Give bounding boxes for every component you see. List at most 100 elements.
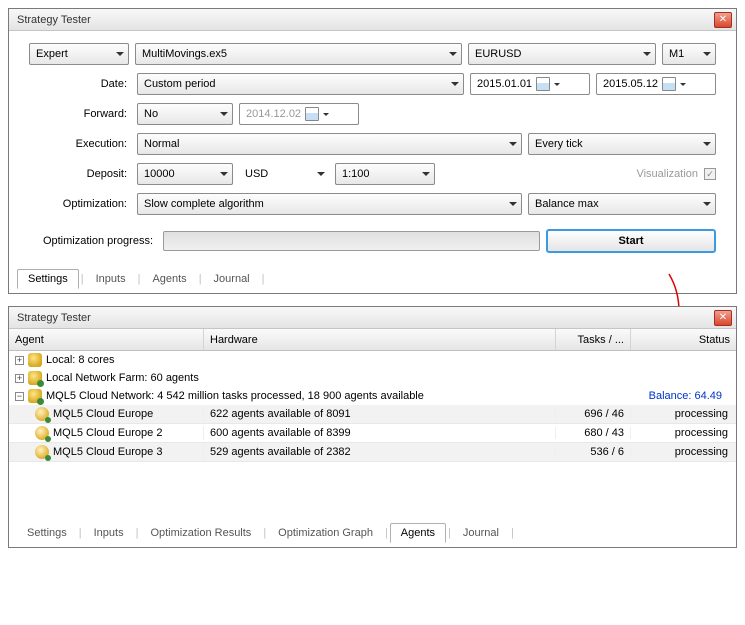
deposit-amount-value: 10000: [144, 168, 175, 180]
settings-form: Expert MultiMovings.ex5 EURUSD M1 Date: …: [9, 31, 736, 267]
expert-mode-combo[interactable]: Expert: [29, 43, 129, 65]
calendar-icon: [536, 77, 550, 91]
deposit-label: Deposit:: [29, 168, 131, 180]
agent-name: MQL5 Cloud Europe 2: [53, 427, 162, 439]
tab-journal[interactable]: Journal: [453, 524, 509, 542]
node-cloud-label: MQL5 Cloud Network: 4 542 million tasks …: [46, 390, 424, 402]
col-tasks[interactable]: Tasks / ...: [556, 329, 631, 350]
strategy-tester-settings-window: Strategy Tester ✕ Expert MultiMovings.ex…: [8, 8, 737, 294]
tab-agents[interactable]: Agents: [390, 523, 446, 543]
chevron-down-icon: [220, 112, 228, 116]
visualization-label: Visualization: [636, 168, 698, 180]
forward-date-value: 2014.12.02: [246, 108, 301, 120]
deposit-currency-combo[interactable]: USD: [239, 163, 329, 185]
optimization-criterion-combo[interactable]: Balance max: [528, 193, 716, 215]
tabs-bottom: Settings| Inputs| Optimization Results| …: [9, 521, 736, 547]
tab-agents[interactable]: Agents: [142, 270, 196, 288]
network-icon: [28, 371, 42, 385]
leverage-value: 1:100: [342, 168, 370, 180]
cores-icon: [28, 353, 42, 367]
date-to-value: 2015.05.12: [603, 78, 658, 90]
agent-name: MQL5 Cloud Europe: [53, 408, 153, 420]
model-combo[interactable]: Every tick: [528, 133, 716, 155]
cloud-icon: [28, 389, 42, 403]
agent-icon: [35, 426, 49, 440]
col-agent[interactable]: Agent: [9, 329, 204, 350]
chevron-down-icon: [220, 172, 228, 176]
chevron-down-icon: [509, 142, 517, 146]
tab-optimization-results[interactable]: Optimization Results: [140, 524, 261, 542]
tab-journal[interactable]: Journal: [204, 270, 260, 288]
collapse-icon[interactable]: −: [15, 392, 24, 401]
col-status[interactable]: Status: [631, 329, 736, 350]
agent-status: processing: [631, 427, 736, 439]
date-label: Date:: [29, 78, 131, 90]
symbol-combo[interactable]: EURUSD: [468, 43, 656, 65]
agent-row[interactable]: MQL5 Cloud Europe 622 agents available o…: [9, 405, 736, 424]
titlebar: Strategy Tester ✕: [9, 307, 736, 329]
period-value: M1: [669, 48, 684, 60]
node-cloud[interactable]: − MQL5 Cloud Network: 4 542 million task…: [9, 387, 736, 405]
leverage-combo[interactable]: 1:100: [335, 163, 435, 185]
symbol-value: EURUSD: [475, 48, 521, 60]
date-from-input[interactable]: 2015.01.01: [470, 73, 590, 95]
expand-icon[interactable]: +: [15, 374, 24, 383]
expand-icon[interactable]: +: [15, 356, 24, 365]
agent-tasks: 680 / 43: [556, 427, 631, 439]
chevron-down-icon: [680, 83, 686, 86]
chevron-down-icon: [509, 202, 517, 206]
forward-date-input: 2014.12.02: [239, 103, 359, 125]
agent-status: processing: [631, 446, 736, 458]
close-icon[interactable]: ✕: [714, 310, 732, 326]
chevron-down-icon: [643, 52, 651, 56]
agent-tasks: 696 / 46: [556, 408, 631, 420]
expert-file-value: MultiMovings.ex5: [142, 48, 227, 60]
optimization-algo-combo[interactable]: Slow complete algorithm: [137, 193, 522, 215]
forward-value: No: [144, 108, 158, 120]
col-hardware[interactable]: Hardware: [204, 329, 556, 350]
deposit-currency-value: USD: [245, 168, 268, 180]
chevron-down-icon: [422, 172, 430, 176]
agent-row[interactable]: MQL5 Cloud Europe 2 600 agents available…: [9, 424, 736, 443]
agent-hardware: 600 agents available of 8399: [204, 427, 556, 439]
date-from-value: 2015.01.01: [477, 78, 532, 90]
forward-label: Forward:: [29, 108, 131, 120]
close-icon[interactable]: ✕: [714, 12, 732, 28]
expert-file-combo[interactable]: MultiMovings.ex5: [135, 43, 462, 65]
agent-icon: [35, 445, 49, 459]
chevron-down-icon: [323, 113, 329, 116]
agent-status: processing: [631, 408, 736, 420]
window-title: Strategy Tester: [17, 14, 91, 26]
agent-row[interactable]: MQL5 Cloud Europe 3 529 agents available…: [9, 443, 736, 462]
date-mode-value: Custom period: [144, 78, 216, 90]
execution-value: Normal: [144, 138, 179, 150]
forward-combo[interactable]: No: [137, 103, 233, 125]
balance-label: Balance: 64.49: [649, 390, 730, 402]
optimization-progress-bar: [163, 231, 540, 251]
execution-combo[interactable]: Normal: [137, 133, 522, 155]
tab-inputs[interactable]: Inputs: [86, 270, 136, 288]
date-to-input[interactable]: 2015.05.12: [596, 73, 716, 95]
period-combo[interactable]: M1: [662, 43, 716, 65]
expert-mode-value: Expert: [36, 48, 68, 60]
tab-optimization-graph[interactable]: Optimization Graph: [268, 524, 383, 542]
optimization-algo-value: Slow complete algorithm: [144, 198, 264, 210]
chevron-down-icon: [554, 83, 560, 86]
window-title: Strategy Tester: [17, 312, 91, 324]
model-value: Every tick: [535, 138, 583, 150]
start-button[interactable]: Start: [546, 229, 716, 253]
node-local[interactable]: + Local: 8 cores: [9, 351, 736, 369]
tab-settings[interactable]: Settings: [17, 269, 79, 289]
deposit-amount-combo[interactable]: 10000: [137, 163, 233, 185]
optimization-label: Optimization:: [29, 198, 131, 210]
tab-inputs[interactable]: Inputs: [84, 524, 134, 542]
calendar-icon: [662, 77, 676, 91]
calendar-icon: [305, 107, 319, 121]
titlebar: Strategy Tester ✕: [9, 9, 736, 31]
date-mode-combo[interactable]: Custom period: [137, 73, 464, 95]
node-farm[interactable]: + Local Network Farm: 60 agents: [9, 369, 736, 387]
optimization-criterion-value: Balance max: [535, 198, 599, 210]
node-local-label: Local: 8 cores: [46, 354, 114, 366]
tab-settings[interactable]: Settings: [17, 524, 77, 542]
agents-grid-body: + Local: 8 cores + Local Network Farm: 6…: [9, 351, 736, 521]
